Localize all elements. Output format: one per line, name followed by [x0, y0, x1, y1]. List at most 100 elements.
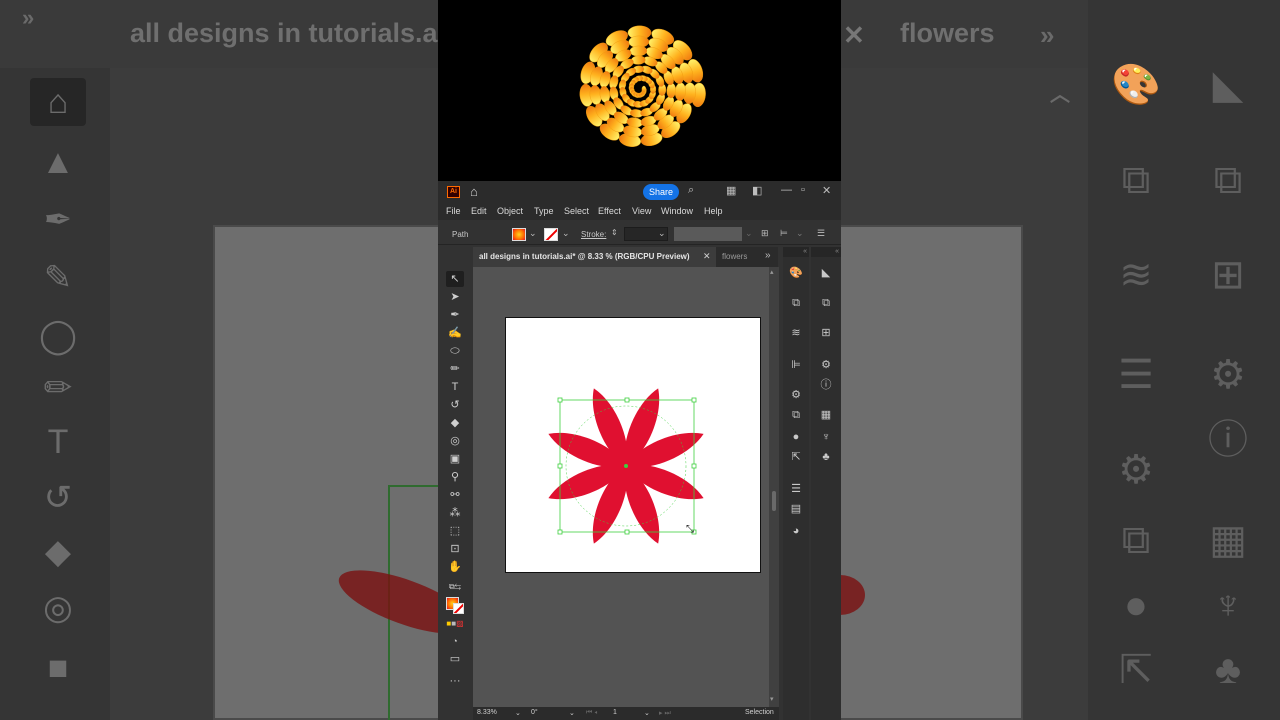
stroke-panel-icon[interactable]: ● [788, 429, 804, 445]
variable-width-profile[interactable] [674, 227, 742, 241]
selection-handle[interactable] [557, 529, 563, 535]
control-bar-menu-icon[interactable]: ☰ [817, 228, 825, 239]
menu-window[interactable]: Window [661, 206, 693, 216]
gradient-tool-icon[interactable]: ▣ [446, 451, 464, 467]
panel-dock-2-collapse-icon[interactable]: « [811, 247, 841, 257]
artboards-panel-icon[interactable]: ⊞ [818, 325, 834, 341]
last-artboard-icon[interactable]: ▸ ⏭ [659, 709, 671, 718]
stroke-dropdown-chevron-icon[interactable]: ⌄ [562, 228, 570, 239]
first-artboard-icon[interactable]: ⏮ ◂ [586, 709, 597, 717]
align-icon[interactable]: ⊞ [761, 228, 769, 239]
symbols-panel-icon[interactable]: ♣ [818, 449, 834, 465]
layers-panel-icon[interactable]: ≋ [788, 325, 804, 341]
pen-tool-icon[interactable]: ✒ [446, 307, 464, 323]
arrange-documents-icon[interactable]: ▦ [726, 184, 736, 197]
info-panel-icon[interactable]: ⓘ [818, 377, 834, 393]
hand-tool-icon[interactable]: ✋ [446, 559, 464, 575]
vertical-scroll-thumb[interactable] [772, 491, 776, 511]
stroke-label[interactable]: Stroke: [581, 230, 606, 239]
selection-handle[interactable] [691, 397, 697, 403]
workspace-switcher-icon[interactable]: ◧ [752, 184, 762, 197]
document-tab-close-icon[interactable]: ✕ [703, 251, 711, 262]
document-tab-active[interactable]: all designs in tutorials.ai* @ 8.33 % (R… [473, 247, 716, 267]
share-button[interactable]: Share [643, 184, 679, 200]
shape-builder-tool-icon[interactable]: ◎ [446, 433, 464, 449]
blend-tool-icon[interactable]: ⚯ [446, 487, 464, 503]
zoom-chevron-icon[interactable]: ⌄ [515, 709, 521, 717]
transform-chevron-icon[interactable]: ⌄ [796, 228, 804, 239]
menu-effect[interactable]: Effect [598, 206, 621, 216]
profile-chevron-icon[interactable]: ⌄ [745, 228, 753, 239]
transform-icon[interactable]: ⊨ [780, 228, 788, 239]
transform-panel-icon-2[interactable]: ⧉ [818, 295, 834, 311]
maximize-icon[interactable]: ▫ [801, 184, 805, 196]
curvature-tool-icon[interactable]: ✍ [446, 325, 464, 341]
artboard-number[interactable]: 1 [613, 709, 617, 716]
eight-petal-flower[interactable]: ⤡ [506, 318, 762, 574]
stroke-color-swatch[interactable] [453, 603, 464, 614]
gradient-panel-icon[interactable]: ▤ [788, 501, 804, 517]
stroke-swatch[interactable] [544, 228, 558, 241]
menu-type[interactable]: Type [534, 206, 554, 216]
eraser-tool-icon[interactable]: ◆ [446, 415, 464, 431]
menu-file[interactable]: File [446, 206, 461, 216]
selection-handle[interactable] [624, 529, 630, 535]
rotate-tool-icon[interactable]: ↺ [446, 397, 464, 413]
zoom-level[interactable]: 8.33% [477, 709, 497, 716]
selection-handle[interactable] [691, 463, 697, 469]
artboard-tool-icon[interactable]: ⊡ [446, 541, 464, 557]
properties-panel-icon[interactable]: ⚙ [818, 357, 834, 373]
panel-dock-collapse-icon[interactable]: « [783, 247, 809, 257]
fill-dropdown-chevron-icon[interactable]: ⌄ [529, 228, 537, 239]
selection-handle[interactable] [557, 397, 563, 403]
free-transform-tool-icon[interactable]: ⬚ [446, 523, 464, 539]
menu-select[interactable]: Select [564, 206, 589, 216]
pencil-tool-icon[interactable]: ✏ [446, 361, 464, 377]
window-close-icon[interactable]: ✕ [822, 184, 831, 197]
symbol-sprayer-tool-icon[interactable]: ⁂ [446, 505, 464, 521]
menu-help[interactable]: Help [704, 206, 723, 216]
rotation-chevron-icon[interactable]: ⌄ [569, 709, 575, 717]
menu-object[interactable]: Object [497, 206, 523, 216]
transform-panel-icon[interactable]: ⧉ [788, 295, 804, 311]
panel-dock-2: « ◣ ⧉ ⊞ ⚙ ⓘ ▦ ♆ ♣ [811, 247, 841, 720]
transparency-panel-icon[interactable]: ◕ [788, 523, 804, 539]
stroke-weight-stepper-icon[interactable]: ⇕ [611, 228, 618, 237]
pathfinder-panel-icon[interactable]: ⧉ [788, 407, 804, 423]
fill-swatch[interactable] [512, 228, 526, 241]
brushes-panel-icon[interactable]: ♆ [818, 429, 834, 445]
export-panel-icon[interactable]: ⇱ [788, 449, 804, 465]
type-tool-icon[interactable]: T [446, 379, 464, 395]
selection-handle[interactable] [557, 463, 563, 469]
minimize-icon[interactable]: — [781, 184, 792, 196]
search-icon[interactable]: ⌕ [688, 184, 694, 197]
screen-mode-icon[interactable]: ▭ [446, 651, 464, 667]
direct-selection-tool-icon[interactable]: ➤ [446, 289, 464, 305]
eyedropper-tool-icon[interactable]: ⚲ [446, 469, 464, 485]
scroll-down-icon[interactable]: ▾ [770, 695, 774, 703]
align-panel-icon[interactable]: ⊫ [788, 357, 804, 373]
appearance-panel-icon[interactable]: ⚙ [788, 387, 804, 403]
default-fill-stroke-icon[interactable]: ⧉⇆ [446, 579, 464, 595]
artboard[interactable]: ⤡ [505, 317, 761, 573]
home-icon[interactable]: ⌂ [470, 184, 478, 199]
document-tab-flowers[interactable]: flowers [722, 252, 747, 261]
rotation-value[interactable]: 0° [531, 709, 538, 716]
stroke-weight-chevron-icon[interactable]: ⌄ [658, 228, 666, 239]
more-tools-icon[interactable]: ··· [446, 673, 464, 689]
selection-tool-icon[interactable]: ↖ [446, 271, 464, 287]
ellipse-tool-icon[interactable]: ⬭ [446, 343, 464, 359]
hamburger-panel-icon[interactable]: ☰ [788, 481, 804, 497]
vertical-scrollbar[interactable]: ▴ ▾ [769, 267, 779, 707]
artboard-chevron-icon[interactable]: ⌄ [644, 709, 650, 717]
color-mode-icons[interactable]: ■■▨ [446, 616, 464, 632]
scroll-up-icon[interactable]: ▴ [770, 268, 774, 276]
gradient-swatch-panel-icon[interactable]: ◣ [818, 265, 834, 281]
more-tabs-icon[interactable]: » [765, 250, 771, 261]
swatches-panel-icon[interactable]: ▦ [818, 407, 834, 423]
drawing-mode-icon[interactable]: ◔ [446, 633, 464, 649]
menu-edit[interactable]: Edit [471, 206, 487, 216]
menu-view[interactable]: View [632, 206, 651, 216]
selection-handle[interactable] [624, 397, 630, 403]
color-panel-icon[interactable]: 🎨 [788, 265, 804, 281]
